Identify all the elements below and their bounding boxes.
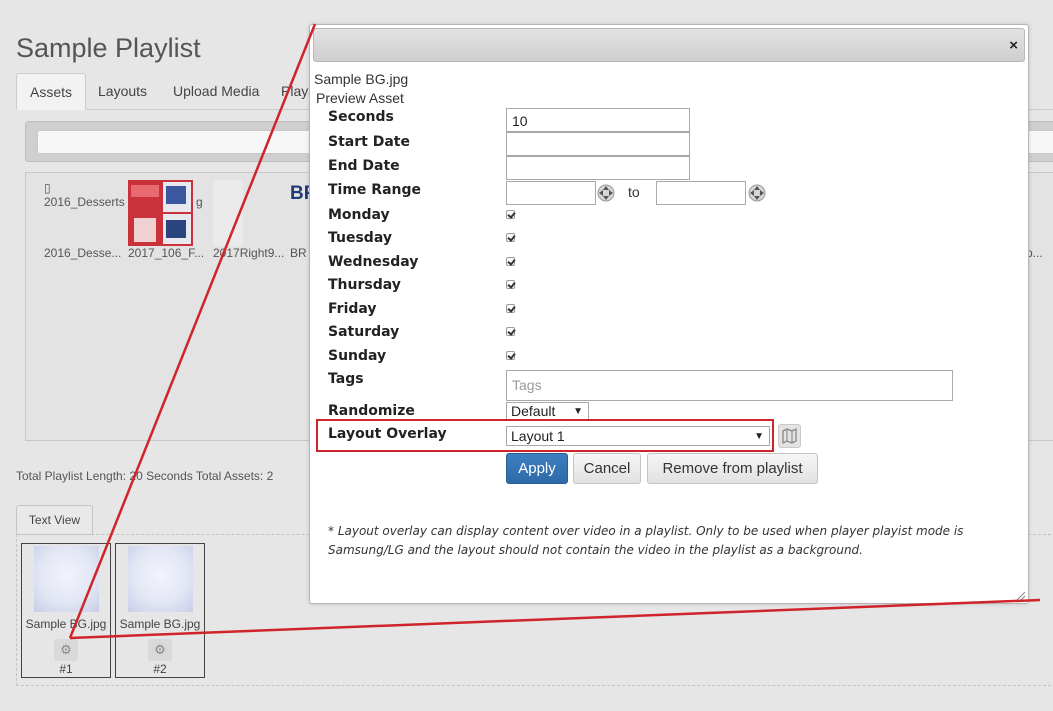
callout-lines xyxy=(68,23,1041,640)
